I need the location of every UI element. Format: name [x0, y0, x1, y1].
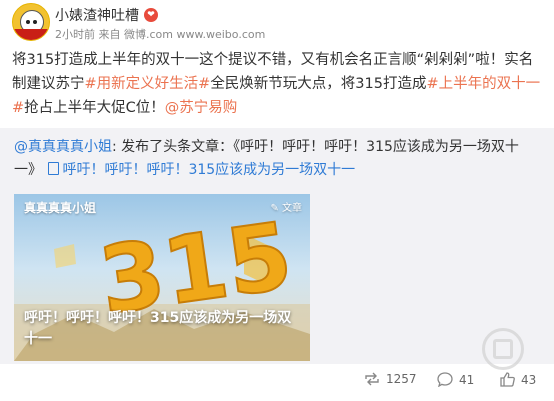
avatar-eye	[26, 20, 30, 24]
like-button[interactable]: 43	[500, 372, 536, 387]
avatar-eye	[33, 20, 37, 24]
repost-text: @真真真真小姐: 发布了头条文章：《呼吁！呼吁！呼吁！315应该成为另一场双十一…	[14, 136, 544, 182]
post-time[interactable]: 2小时前	[55, 28, 95, 41]
repost-block: @真真真真小姐: 发布了头条文章：《呼吁！呼吁！呼吁！315应该成为另一场双十一…	[0, 128, 554, 364]
thumbs-up-icon	[500, 372, 515, 387]
article-link[interactable]: 呼吁！呼吁！呼吁！315应该成为另一场双十一	[62, 162, 355, 178]
topic-link[interactable]: #用新定义好生活#	[85, 76, 211, 92]
action-bar: 1257 41 43	[0, 366, 554, 396]
like-count: 43	[521, 372, 537, 387]
comment-icon	[437, 372, 453, 387]
repost-author-link[interactable]: @真真真真小姐	[14, 139, 112, 155]
post-text-part3: 抢占上半年大促C位！	[24, 100, 165, 116]
card-author: 真真真真小姐	[24, 201, 97, 215]
watermark-logo	[482, 328, 524, 370]
username[interactable]: 小婊渣神吐槽	[55, 5, 139, 25]
article-tag-icon: ✎	[270, 203, 282, 214]
article-icon	[48, 162, 60, 175]
post-text-part2: 全民焕新节玩大点，将315打造成	[210, 76, 427, 92]
post-content: 将315打造成上半年的双十一这个提议不错，又有机会名正言顺“剁剁剁”啦！实名制建…	[12, 48, 546, 120]
repost-icon	[365, 372, 379, 386]
post-source: 来自 微博.com	[98, 28, 174, 41]
weibo-post: 小婊渣神吐槽 ❤ 2小时前 来自 微博.com www.weibo.com 将3…	[0, 0, 554, 401]
card-title: 呼吁！呼吁！呼吁！315应该成为另一场双十一	[24, 310, 292, 347]
comment-button[interactable]: 41	[437, 372, 474, 387]
comment-count: 41	[459, 372, 475, 387]
watermark-logo-inner	[493, 339, 513, 359]
post-meta: 2小时前 来自 微博.com www.weibo.com	[55, 26, 265, 42]
avatar-band	[13, 29, 49, 40]
post-source-url[interactable]: www.weibo.com	[177, 28, 266, 41]
repost-count: 1257	[386, 372, 417, 386]
card-tag-label: 文章	[282, 203, 302, 214]
article-card[interactable]: 315 真真真真小姐 ✎ 文章 呼吁！呼吁！呼吁！315应该成为另一场双十一	[14, 194, 310, 361]
card-tag: ✎ 文章	[270, 199, 302, 214]
avatar[interactable]	[12, 3, 50, 41]
vip-badge-icon[interactable]: ❤	[144, 8, 158, 22]
username-row: 小婊渣神吐槽 ❤	[55, 5, 158, 25]
repost-button[interactable]: 1257	[364, 372, 417, 386]
mention-link[interactable]: @苏宁易购	[165, 100, 238, 116]
